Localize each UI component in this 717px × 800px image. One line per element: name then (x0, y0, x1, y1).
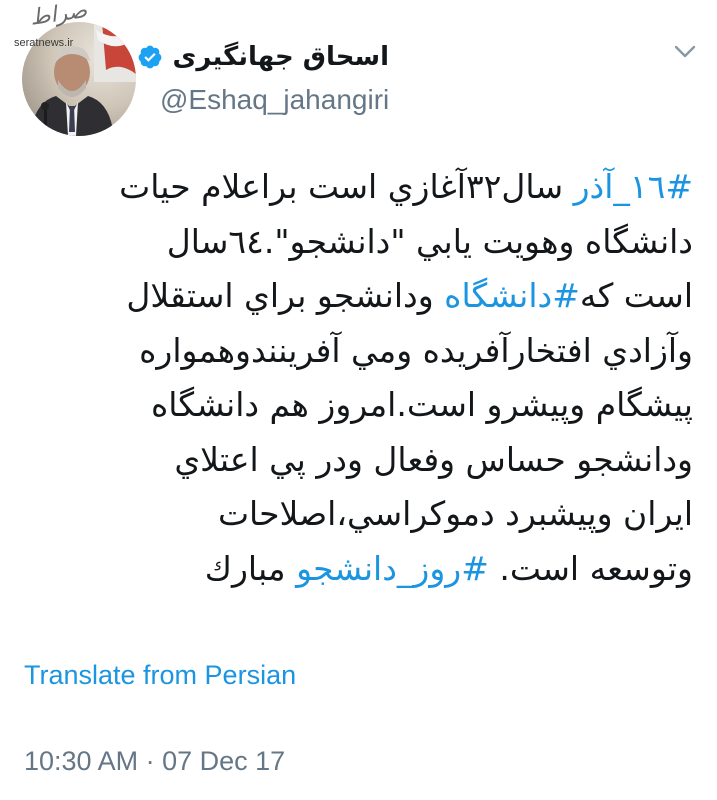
tweet-line-2: دانشگاه وهويت يابي "دانشجو".٦٤سال (166, 221, 693, 261)
timestamp-time: 10:30 AM (24, 746, 139, 776)
timestamp-separator: · (138, 746, 163, 776)
tweet-line-3: است كه#دانشگاه ودانشجو براي استقلال (22, 269, 693, 324)
tweet-line-1: #١٦_آذر سال٣٢آغازي است براعلام حيات (22, 160, 693, 215)
tweet-line-4: وآزادي افتخارآفريده ومي آفرينندوهمواره (139, 330, 693, 370)
translate-link[interactable]: Translate from Persian (24, 660, 296, 691)
hashtag-rooz-daneshjoo[interactable]: #روز_دانشجو (296, 549, 489, 588)
tweet-line-8: وتوسعه است. #روز_دانشجو مبارك (22, 542, 693, 597)
tweet-text: #١٦_آذر سال٣٢آغازي است براعلام حيات دانش… (22, 160, 693, 596)
tweet-line-text: است كه (579, 276, 693, 315)
hashtag-16-azar[interactable]: #١٦_آذر (574, 167, 693, 206)
tweet-line-5: پيشگام وپيشرو است.امروز هم دانشگاه (151, 385, 693, 424)
author-handle[interactable]: @Eshaq_jahangiri (160, 84, 389, 116)
tweet-line-6: ودانشجو حساس وفعال ودر پي اعتلاي (174, 439, 693, 479)
watermark: صراط seratnews.ir (0, 0, 110, 60)
timestamp-date: 07 Dec 17 (162, 746, 286, 776)
tweet-line-7: ايران وپيشبرد دموكراسي،اصلاحات (217, 494, 693, 533)
author-name-row[interactable]: اسحاق جهانگیری (137, 42, 389, 72)
verified-badge-icon (137, 44, 163, 70)
watermark-site: seratnews.ir (14, 37, 74, 49)
author-name[interactable]: اسحاق جهانگیری (173, 42, 389, 72)
tweet-card: صراط seratnews.ir اسحاق جهانگیری @Eshaq_… (0, 0, 717, 800)
tweet-line-text: سال٣٢آغازي است براعلام حيات (119, 167, 574, 206)
hashtag-daneshgah[interactable]: #دانشگاه (444, 276, 580, 315)
tweet-line-text: وتوسعه است. (488, 548, 693, 588)
tweet-timestamp[interactable]: 10:30 AM · 07 Dec 17 (24, 746, 285, 777)
chevron-down-icon[interactable] (670, 40, 700, 64)
watermark-logo: صراط (28, 0, 89, 31)
tweet-line-text: ودانشجو براي استقلال (126, 276, 445, 315)
tweet-line-text: مبارك (204, 548, 297, 588)
